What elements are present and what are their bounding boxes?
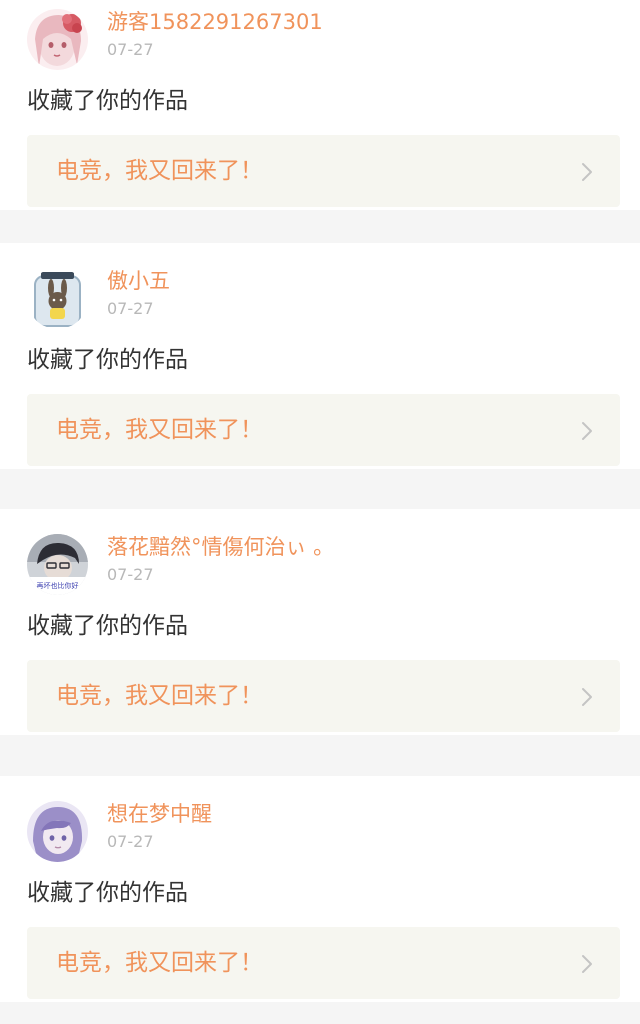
avatar-caption: 再坏也比你好 xyxy=(37,581,79,590)
notification-card: 游客1582291267301 07-27 收藏了你的作品 电竞，我又回来了！ xyxy=(0,0,640,210)
username[interactable]: 傲小五 xyxy=(107,268,170,294)
work-link[interactable]: 电竞，我又回来了！ xyxy=(27,135,620,207)
work-title: 电竞，我又回来了！ xyxy=(56,158,263,184)
username[interactable]: 想在梦中醒 xyxy=(107,801,212,827)
notification-date: 07-27 xyxy=(107,832,154,851)
notification-feed: 游客1582291267301 07-27 收藏了你的作品 电竞，我又回来了！ xyxy=(0,0,640,1024)
notification-date: 07-27 xyxy=(107,299,154,318)
chevron-right-icon xyxy=(582,688,592,706)
work-link[interactable]: 电竞，我又回来了！ xyxy=(27,660,620,732)
work-link[interactable]: 电竞，我又回来了！ xyxy=(27,394,620,466)
boy-with-caption-avatar-icon[interactable]: 再坏也比你好 xyxy=(27,534,88,595)
action-text: 收藏了你的作品 xyxy=(27,347,188,373)
notification-card: 傲小五 07-27 收藏了你的作品 电竞，我又回来了！ xyxy=(0,243,640,469)
chevron-right-icon xyxy=(582,163,592,181)
chevron-right-icon xyxy=(582,422,592,440)
notification-date: 07-27 xyxy=(107,40,154,59)
notification-date: 07-27 xyxy=(107,565,154,584)
action-text: 收藏了你的作品 xyxy=(27,880,188,906)
work-title: 电竞，我又回来了！ xyxy=(56,417,263,443)
anime-girl-red-flower-avatar-icon[interactable] xyxy=(27,9,88,70)
bunny-in-jar-avatar-icon[interactable] xyxy=(27,268,88,329)
work-link[interactable]: 电竞，我又回来了！ xyxy=(27,927,620,999)
username[interactable]: 游客1582291267301 xyxy=(107,9,323,35)
work-title: 电竞，我又回来了！ xyxy=(56,950,263,976)
work-title: 电竞，我又回来了！ xyxy=(56,683,263,709)
purple-haired-girl-avatar-icon[interactable] xyxy=(27,801,88,862)
notification-card: 想在梦中醒 07-27 收藏了你的作品 电竞，我又回来了！ xyxy=(0,776,640,1002)
action-text: 收藏了你的作品 xyxy=(27,88,188,114)
username[interactable]: 落花黯然°情傷何治ぃ 。 xyxy=(107,534,334,560)
notification-card: 再坏也比你好 落花黯然°情傷何治ぃ 。 07-27 收藏了你的作品 电竞，我又回… xyxy=(0,509,640,735)
chevron-right-icon xyxy=(582,955,592,973)
action-text: 收藏了你的作品 xyxy=(27,613,188,639)
